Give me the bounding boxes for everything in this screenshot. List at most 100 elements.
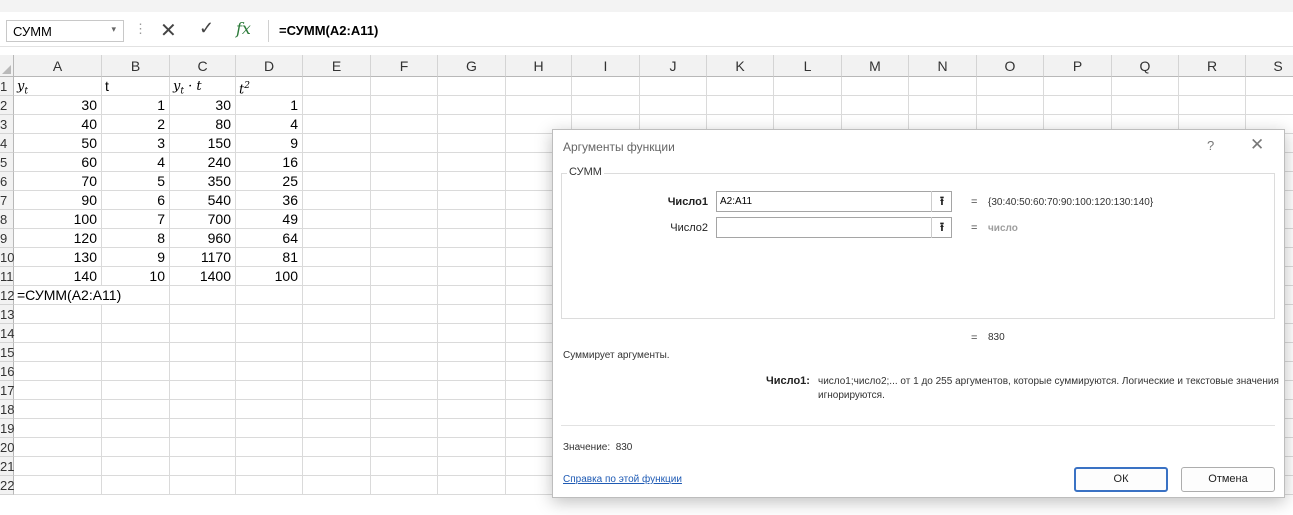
column-header-h[interactable]: H [506, 55, 572, 77]
cell-h2[interactable] [506, 96, 572, 115]
cell-b19[interactable] [102, 419, 170, 438]
cell-c5[interactable]: 240 [170, 153, 236, 172]
cell-f3[interactable] [371, 115, 438, 134]
cell-r1[interactable] [1179, 77, 1246, 96]
cell-g3[interactable] [438, 115, 506, 134]
cell-b20[interactable] [102, 438, 170, 457]
cell-d4[interactable]: 9 [236, 134, 303, 153]
cell-b12[interactable] [102, 286, 170, 305]
cell-d8[interactable]: 49 [236, 210, 303, 229]
enter-check-icon[interactable]: ✓ [199, 18, 214, 39]
row-header-2[interactable]: 2 [0, 96, 14, 115]
cell-k1[interactable] [707, 77, 774, 96]
collapse-dialog-icon[interactable]: ⭱ [931, 217, 952, 238]
arg1-input[interactable]: A2:A11 [716, 191, 952, 212]
cell-a10[interactable]: 130 [14, 248, 102, 267]
cell-e14[interactable] [303, 324, 371, 343]
cell-e10[interactable] [303, 248, 371, 267]
column-header-n[interactable]: N [909, 55, 977, 77]
cell-f18[interactable] [371, 400, 438, 419]
cell-a5[interactable]: 60 [14, 153, 102, 172]
cell-e2[interactable] [303, 96, 371, 115]
cell-b11[interactable]: 10 [102, 267, 170, 286]
cell-f15[interactable] [371, 343, 438, 362]
column-header-q[interactable]: Q [1112, 55, 1179, 77]
cell-c10[interactable]: 1170 [170, 248, 236, 267]
column-header-a[interactable]: A [14, 55, 102, 77]
cell-b1[interactable]: t [102, 77, 170, 96]
cell-p2[interactable] [1044, 96, 1112, 115]
cell-o1[interactable] [977, 77, 1044, 96]
cell-e16[interactable] [303, 362, 371, 381]
column-header-d[interactable]: D [236, 55, 303, 77]
function-help-link[interactable]: Справка по этой функции [563, 474, 682, 485]
ok-button[interactable]: ОК [1074, 467, 1168, 492]
cell-a7[interactable]: 90 [14, 191, 102, 210]
cell-f5[interactable] [371, 153, 438, 172]
cell-f20[interactable] [371, 438, 438, 457]
cell-c20[interactable] [170, 438, 236, 457]
close-icon[interactable]: ✕ [1250, 135, 1264, 155]
cell-a18[interactable] [14, 400, 102, 419]
row-header-8[interactable]: 8 [0, 210, 14, 229]
cell-f16[interactable] [371, 362, 438, 381]
cell-f2[interactable] [371, 96, 438, 115]
cell-e15[interactable] [303, 343, 371, 362]
cancel-button[interactable]: Отмена [1181, 467, 1275, 492]
cell-g7[interactable] [438, 191, 506, 210]
cell-e11[interactable] [303, 267, 371, 286]
cell-e7[interactable] [303, 191, 371, 210]
cell-d14[interactable] [236, 324, 303, 343]
cell-r2[interactable] [1179, 96, 1246, 115]
row-header-3[interactable]: 3 [0, 115, 14, 134]
cell-g22[interactable] [438, 476, 506, 495]
cell-k2[interactable] [707, 96, 774, 115]
cell-d20[interactable] [236, 438, 303, 457]
cell-a21[interactable] [14, 457, 102, 476]
cell-c22[interactable] [170, 476, 236, 495]
column-header-l[interactable]: L [774, 55, 842, 77]
cell-d2[interactable]: 1 [236, 96, 303, 115]
cell-a12[interactable]: =СУММ(A2:A11) [14, 286, 121, 305]
cell-c11[interactable]: 1400 [170, 267, 236, 286]
cell-c17[interactable] [170, 381, 236, 400]
cell-h1[interactable] [506, 77, 572, 96]
cell-c18[interactable] [170, 400, 236, 419]
cell-g21[interactable] [438, 457, 506, 476]
cell-a1[interactable]: yt [14, 77, 102, 97]
column-header-f[interactable]: F [371, 55, 438, 77]
cell-m1[interactable] [842, 77, 909, 96]
cell-c16[interactable] [170, 362, 236, 381]
cell-b21[interactable] [102, 457, 170, 476]
row-header-7[interactable]: 7 [0, 191, 14, 210]
cell-l1[interactable] [774, 77, 842, 96]
row-header-16[interactable]: 16 [0, 362, 14, 381]
cell-d22[interactable] [236, 476, 303, 495]
cell-i1[interactable] [572, 77, 640, 96]
insert-function-icon[interactable]: fx [236, 19, 251, 38]
cell-a22[interactable] [14, 476, 102, 495]
cell-g9[interactable] [438, 229, 506, 248]
row-header-4[interactable]: 4 [0, 134, 14, 153]
cell-f7[interactable] [371, 191, 438, 210]
select-all-corner[interactable] [0, 55, 14, 77]
column-header-m[interactable]: M [842, 55, 909, 77]
cell-b4[interactable]: 3 [102, 134, 170, 153]
cell-a16[interactable] [14, 362, 102, 381]
cell-d6[interactable]: 25 [236, 172, 303, 191]
cell-c13[interactable] [170, 305, 236, 324]
cell-a9[interactable]: 120 [14, 229, 102, 248]
row-header-14[interactable]: 14 [0, 324, 14, 343]
cell-d17[interactable] [236, 381, 303, 400]
cell-b9[interactable]: 8 [102, 229, 170, 248]
cell-b6[interactable]: 5 [102, 172, 170, 191]
cell-b5[interactable]: 4 [102, 153, 170, 172]
cell-e22[interactable] [303, 476, 371, 495]
cell-d15[interactable] [236, 343, 303, 362]
cell-l2[interactable] [774, 96, 842, 115]
cell-a8[interactable]: 100 [14, 210, 102, 229]
cell-g14[interactable] [438, 324, 506, 343]
column-header-o[interactable]: O [977, 55, 1044, 77]
cell-b17[interactable] [102, 381, 170, 400]
cell-q1[interactable] [1112, 77, 1179, 96]
